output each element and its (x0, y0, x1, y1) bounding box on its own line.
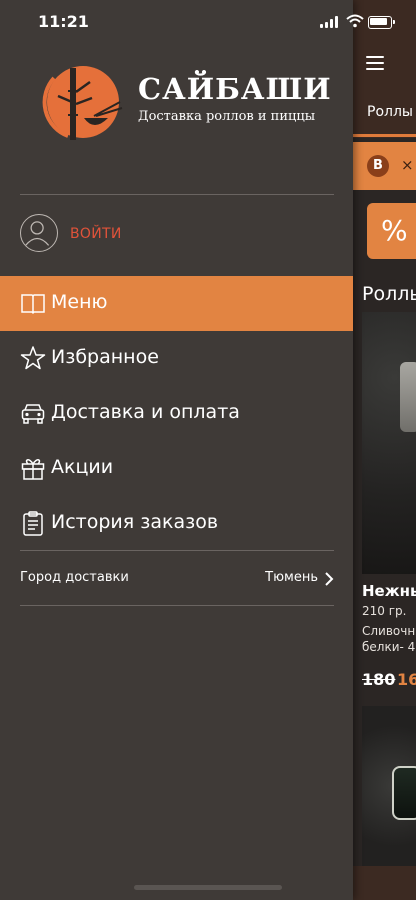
login-button[interactable]: ВОЙТИ (20, 214, 220, 256)
product-image[interactable] (362, 312, 416, 574)
bg-section-title: Роллы (362, 283, 416, 305)
background-app: Роллы B × % Роллы Нежны 210 гр. Сливочны… (353, 0, 416, 900)
product-description-line2: белки- 4, (362, 640, 416, 654)
gift-icon (21, 459, 45, 480)
divider-middle (20, 550, 334, 551)
side-drawer: 11:21 САЙБАШИ Доставка роллов и пиццы ВО… (0, 0, 353, 900)
brand-logo: САЙБАШИ Доставка роллов и пиццы (28, 62, 331, 142)
product-image-2[interactable] (362, 706, 416, 866)
star-icon (20, 346, 46, 370)
divider-bottom (20, 605, 334, 606)
clipboard-icon (23, 511, 43, 536)
delivery-city-selector[interactable]: Город доставки Тюмень (20, 560, 334, 598)
bg-promo-button[interactable]: % (367, 203, 416, 259)
percent-icon: % (381, 214, 408, 247)
menu-item-order-history[interactable]: История заказов (0, 496, 353, 551)
wifi-icon (346, 14, 364, 28)
user-avatar-icon (20, 214, 58, 252)
car-icon (21, 404, 45, 424)
menu-item-favorites[interactable]: Избранное (0, 331, 353, 386)
menu-item-label: Доставка и оплата (51, 401, 240, 423)
close-icon[interactable]: × (401, 156, 414, 174)
product-price-new: 16 (397, 670, 416, 689)
product-weight: 210 гр. (362, 604, 407, 618)
bg-footer (353, 866, 416, 900)
list-menu-icon[interactable] (366, 56, 384, 70)
menu-item-delivery[interactable]: Доставка и оплата (0, 386, 353, 441)
signal-icon (320, 16, 340, 28)
menu-item-label: Избранное (51, 346, 159, 368)
home-indicator (134, 885, 282, 890)
menu-item-promotions[interactable]: Акции (0, 441, 353, 496)
menu-item-label: Меню (51, 291, 108, 313)
battery-icon (368, 16, 395, 29)
login-label: ВОЙТИ (70, 226, 122, 242)
status-icons (320, 14, 410, 30)
logo-mark-icon (42, 66, 123, 140)
product-name: Нежны (362, 582, 416, 600)
book-icon (21, 294, 45, 315)
menu-item-label: История заказов (51, 511, 219, 533)
product-price-old: 180 (362, 670, 396, 689)
bonus-icon: B (367, 155, 389, 177)
brand-subtitle: Доставка роллов и пиццы (138, 109, 316, 124)
status-time: 11:21 (38, 12, 89, 31)
bg-tab-rolls[interactable]: Роллы (367, 104, 413, 120)
screen: Роллы B × % Роллы Нежны 210 гр. Сливочны… (0, 0, 416, 900)
city-value: Тюмень (265, 570, 318, 585)
divider-top (20, 194, 334, 195)
city-label: Город доставки (20, 570, 129, 585)
brand-title: САЙБАШИ (138, 72, 332, 106)
bg-tab-underline (353, 134, 416, 137)
menu-item-menu[interactable]: Меню (0, 276, 353, 331)
menu-item-label: Акции (51, 456, 114, 478)
product-description: Сливочны (362, 624, 416, 638)
chevron-right-icon (325, 572, 334, 586)
